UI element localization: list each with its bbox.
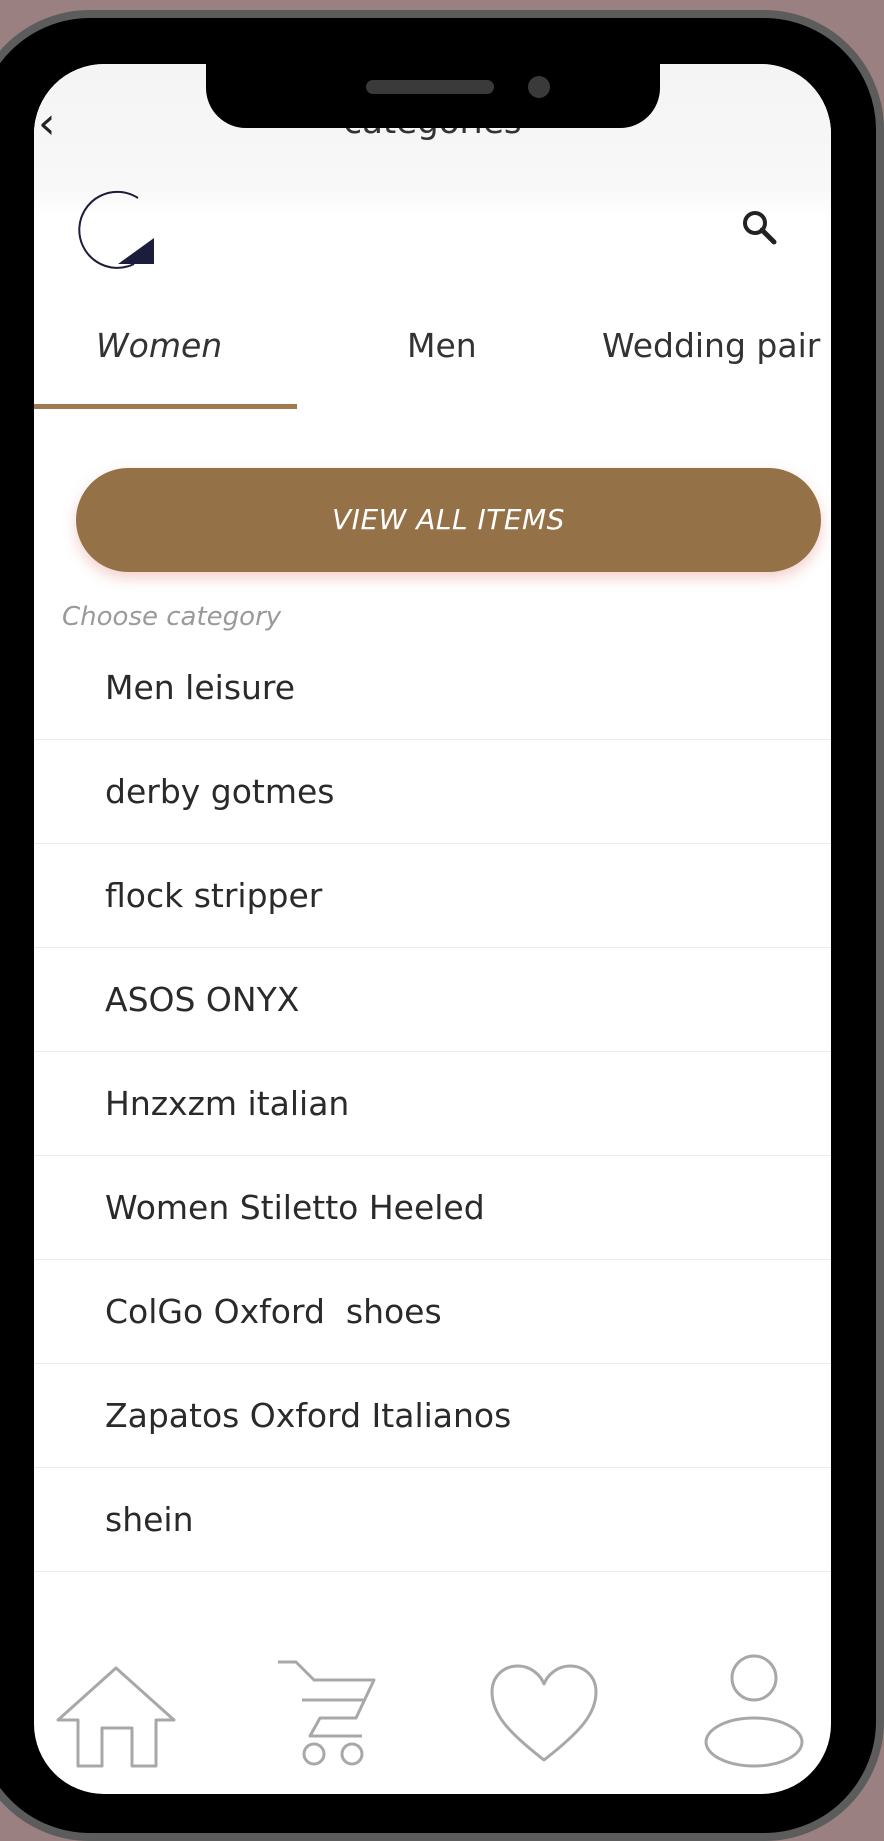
front-camera — [528, 76, 550, 98]
category-item[interactable]: Men leisure — [34, 636, 831, 740]
brand-logo-icon — [78, 190, 154, 269]
category-item[interactable]: flock stripper — [34, 844, 831, 948]
tab-wedding-pair[interactable]: Wedding pair — [602, 326, 820, 365]
category-item[interactable]: Women Stiletto Heeled — [34, 1156, 831, 1260]
view-all-items-button[interactable]: VIEW ALL ITEMS — [76, 468, 821, 572]
search-icon[interactable] — [740, 208, 780, 248]
active-tab-indicator — [34, 404, 297, 409]
category-item[interactable]: Hnzxzm italian — [34, 1052, 831, 1156]
category-item[interactable]: ColGo Oxford shoes — [34, 1260, 831, 1364]
category-tabs: Women Men Wedding pair — [34, 326, 831, 406]
category-item[interactable]: Zapatos Oxford Italianos — [34, 1364, 831, 1468]
tab-men[interactable]: Men — [407, 326, 477, 365]
category-item[interactable]: shein — [34, 1468, 831, 1572]
profile-icon[interactable] — [700, 1650, 808, 1772]
category-list: Men leisure derby gotmes flock stripper … — [34, 636, 831, 1572]
phone-notch — [206, 64, 660, 128]
home-icon[interactable] — [52, 1662, 180, 1772]
category-item[interactable]: derby gotmes — [34, 740, 831, 844]
speaker-grille — [366, 80, 494, 94]
bottom-navigation — [34, 1644, 831, 1794]
heart-icon[interactable] — [488, 1662, 600, 1766]
cart-icon[interactable] — [274, 1656, 384, 1768]
category-item[interactable]: ASOS ONYX — [34, 948, 831, 1052]
choose-category-label: Choose category — [62, 602, 282, 632]
app-screen: ‹ categories Women Men Wedding pair VIEW… — [34, 64, 831, 1794]
tab-women[interactable]: Women — [96, 326, 222, 365]
